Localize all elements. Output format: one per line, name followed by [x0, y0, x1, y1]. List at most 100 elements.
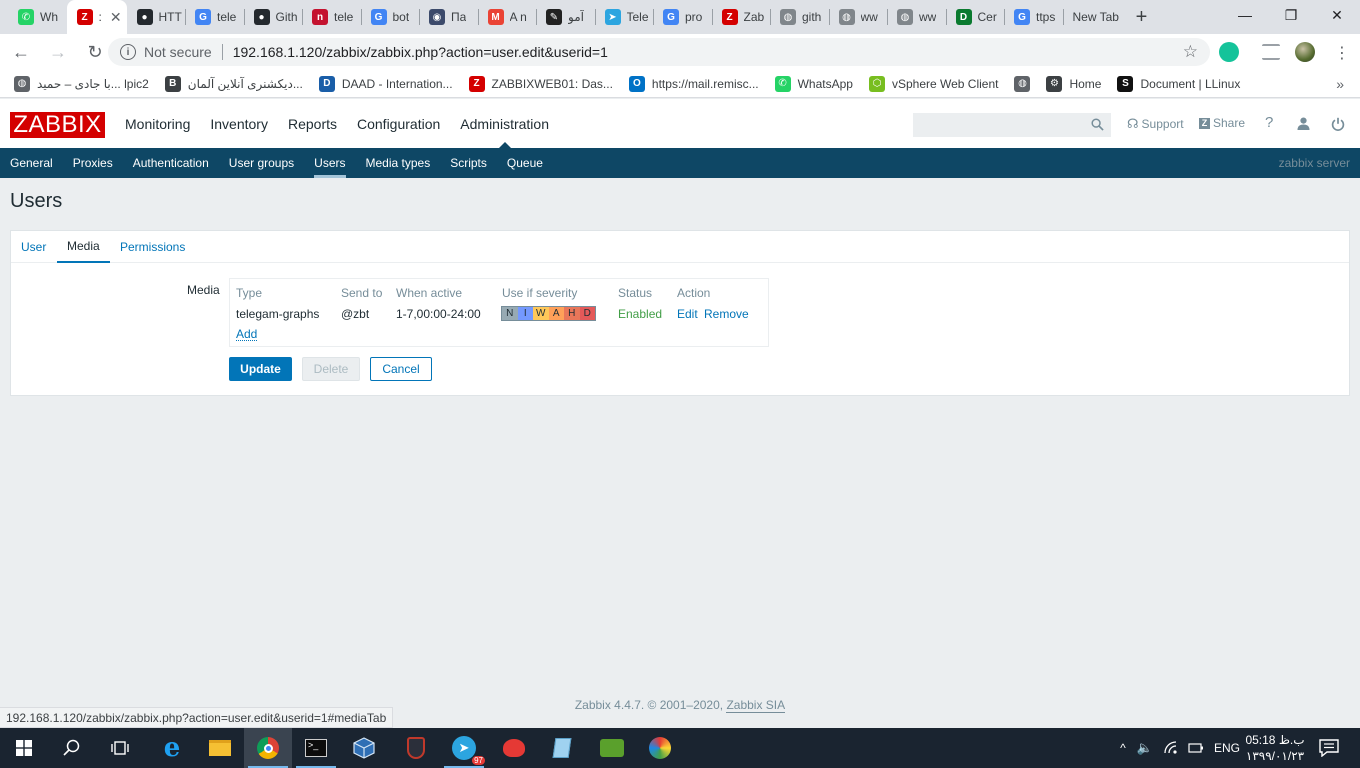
browser-tab-10[interactable]: ➤ Tele — [594, 0, 654, 34]
bookmark-item-9[interactable]: S Document | LLinux — [1117, 75, 1240, 92]
zabbix-sia-link[interactable]: Zabbix SIA — [726, 698, 786, 713]
share-link[interactable]: Z Share — [1199, 116, 1245, 130]
main-menu-reports[interactable]: Reports — [288, 99, 337, 148]
tab-user[interactable]: User — [11, 231, 56, 263]
back-button[interactable]: ← — [5, 36, 37, 68]
submenu-scripts[interactable]: Scripts — [450, 148, 487, 178]
reading-list-icon[interactable] — [1262, 44, 1280, 60]
bookmark-item-1[interactable]: B دیکشنری آنلاین آلمان... — [164, 75, 303, 92]
tab-permissions[interactable]: Permissions — [110, 231, 195, 263]
grammarly-extension-icon[interactable] — [1219, 42, 1239, 62]
sign-out-icon[interactable] — [1331, 117, 1345, 131]
add-media-link[interactable]: Add — [236, 328, 258, 341]
bookmark-item-4[interactable]: Ohttps://mail.remisc... — [628, 75, 759, 92]
bookmarks-overflow-icon[interactable]: » — [1336, 76, 1344, 92]
browser-tab-15[interactable]: ◍ ww — [887, 0, 946, 34]
bookmark-star-icon[interactable]: ☆ — [1183, 42, 1198, 62]
tray-overflow-icon[interactable]: ^ — [1114, 741, 1132, 755]
browser-menu-icon[interactable]: ⋮ — [1334, 43, 1350, 63]
security-indicator[interactable]: Not secure — [144, 44, 212, 60]
bookmark-item-0[interactable]: ◍ با جادی – حمید... lpic2 — [14, 75, 149, 92]
browser-tab-1[interactable]: Z: ✕ — [66, 0, 127, 34]
support-link[interactable]: ☊ Support — [1127, 116, 1184, 132]
bookmark-item-2[interactable]: D DAAD - Internation... — [318, 75, 453, 92]
delete-button[interactable]: Delete — [302, 357, 360, 381]
submenu-proxies[interactable]: Proxies — [73, 148, 113, 178]
bookmark-item-6[interactable]: ⬡ vSphere Web Client — [868, 75, 998, 92]
start-button[interactable] — [0, 728, 48, 768]
browser-tab-2[interactable]: ● HTT — [127, 0, 186, 34]
media-edit-link[interactable]: Edit — [677, 307, 698, 321]
submenu-users[interactable]: Users — [314, 148, 346, 178]
browser-tab-14[interactable]: ◍ ww — [828, 0, 888, 34]
bookmark-item-5[interactable]: ✆ WhatsApp — [774, 75, 853, 92]
help-icon[interactable]: ? — [1265, 114, 1273, 131]
virtualbox-taskbar-icon[interactable] — [340, 728, 388, 768]
kodi-taskbar-icon[interactable] — [588, 728, 636, 768]
reload-button[interactable]: ↻ — [79, 36, 111, 68]
volume-icon[interactable]: 🔈 — [1132, 740, 1158, 756]
task-view-button[interactable] — [96, 728, 144, 768]
url-text[interactable]: 192.168.1.120/zabbix/zabbix.php?action=u… — [233, 44, 608, 60]
browser-tab-11[interactable]: Gpro — [653, 0, 712, 34]
browser-tab-3[interactable]: Gtele — [185, 0, 244, 34]
user-profile-icon[interactable] — [1297, 117, 1310, 130]
bookmark-item-3[interactable]: Z ZABBIXWEB01: Das... — [468, 75, 613, 92]
terminal-taskbar-icon[interactable]: >_ — [292, 728, 340, 768]
search-icon[interactable] — [1091, 118, 1104, 131]
wifi-icon[interactable] — [1164, 741, 1180, 755]
submenu-general[interactable]: General — [10, 148, 53, 178]
close-tab-icon[interactable]: ✕ — [110, 9, 122, 26]
chrome-taskbar-icon[interactable] — [244, 728, 292, 768]
search-taskbar-button[interactable] — [48, 728, 96, 768]
browser-tab-18[interactable]: New Tab — [1062, 0, 1125, 34]
submenu-user-groups[interactable]: User groups — [229, 148, 294, 178]
main-menu-administration[interactable]: Administration — [460, 99, 549, 148]
submenu-queue[interactable]: Queue — [507, 148, 543, 178]
main-menu-configuration[interactable]: Configuration — [357, 99, 440, 148]
media-status-toggle[interactable]: Enabled — [618, 307, 662, 321]
browser-tab-4[interactable]: ● Gith — [243, 0, 303, 34]
browser-tab-12[interactable]: Z Zab — [711, 0, 771, 34]
submenu-authentication[interactable]: Authentication — [133, 148, 209, 178]
battery-plug-icon[interactable] — [1188, 742, 1204, 754]
info-icon[interactable]: i — [120, 44, 136, 60]
browser-tab-5[interactable]: n tele — [302, 0, 361, 34]
new-tab-button[interactable]: + — [1125, 0, 1159, 34]
browser-tab-8[interactable]: MA n — [477, 0, 537, 34]
paint-taskbar-icon[interactable] — [636, 728, 684, 768]
forward-button[interactable]: → — [42, 36, 74, 68]
browser-tab-7[interactable]: ◉ Па — [419, 0, 478, 34]
browser-tab-0[interactable]: ✆ Wh — [8, 0, 67, 34]
file-explorer-icon[interactable] — [196, 728, 244, 768]
bookmark-item-7[interactable]: ◍ — [1014, 75, 1031, 92]
profile-avatar[interactable] — [1295, 42, 1315, 62]
submenu-media-types[interactable]: Media types — [366, 148, 431, 178]
telegram-taskbar-icon[interactable]: ➤ 97 — [440, 728, 488, 768]
snail-app-taskbar-icon[interactable] — [490, 728, 538, 768]
address-bar[interactable]: i Not secure 192.168.1.120/zabbix/zabbix… — [108, 38, 1210, 66]
browser-tab-17[interactable]: Gttps — [1004, 0, 1063, 34]
taskbar-clock[interactable]: 05:18 ب.ظ ۱۳۹۹/۰۱/۲۳ — [1240, 732, 1310, 764]
action-center-icon[interactable] — [1319, 739, 1339, 757]
browser-tab-16[interactable]: D Cer — [945, 0, 1005, 34]
bookmark-item-8[interactable]: ⚙ Home — [1046, 75, 1101, 92]
minimize-button[interactable]: — — [1222, 0, 1268, 30]
vpn-shield-taskbar-icon[interactable] — [392, 728, 440, 768]
close-window-button[interactable]: ✕ — [1314, 0, 1360, 30]
global-search-input[interactable] — [913, 113, 1111, 137]
main-menu-monitoring[interactable]: Monitoring — [125, 99, 190, 148]
update-button[interactable]: Update — [229, 357, 292, 381]
main-menu-inventory[interactable]: Inventory — [210, 99, 268, 148]
browser-tab-9[interactable]: ✎ آمو — [536, 0, 595, 34]
tab-media[interactable]: Media — [57, 231, 110, 263]
browser-tab-6[interactable]: Gbot — [360, 0, 420, 34]
zabbix-logo[interactable]: ZABBIX — [10, 111, 105, 138]
input-language-indicator[interactable]: ENG — [1214, 741, 1240, 755]
restore-button[interactable]: ❐ — [1268, 0, 1314, 30]
browser-tab-13[interactable]: ◍ gith — [770, 0, 829, 34]
media-remove-link[interactable]: Remove — [704, 307, 749, 321]
internet-explorer-icon[interactable]: e — [148, 728, 196, 768]
notepad-taskbar-icon[interactable] — [538, 728, 586, 768]
cancel-button[interactable]: Cancel — [370, 357, 432, 381]
